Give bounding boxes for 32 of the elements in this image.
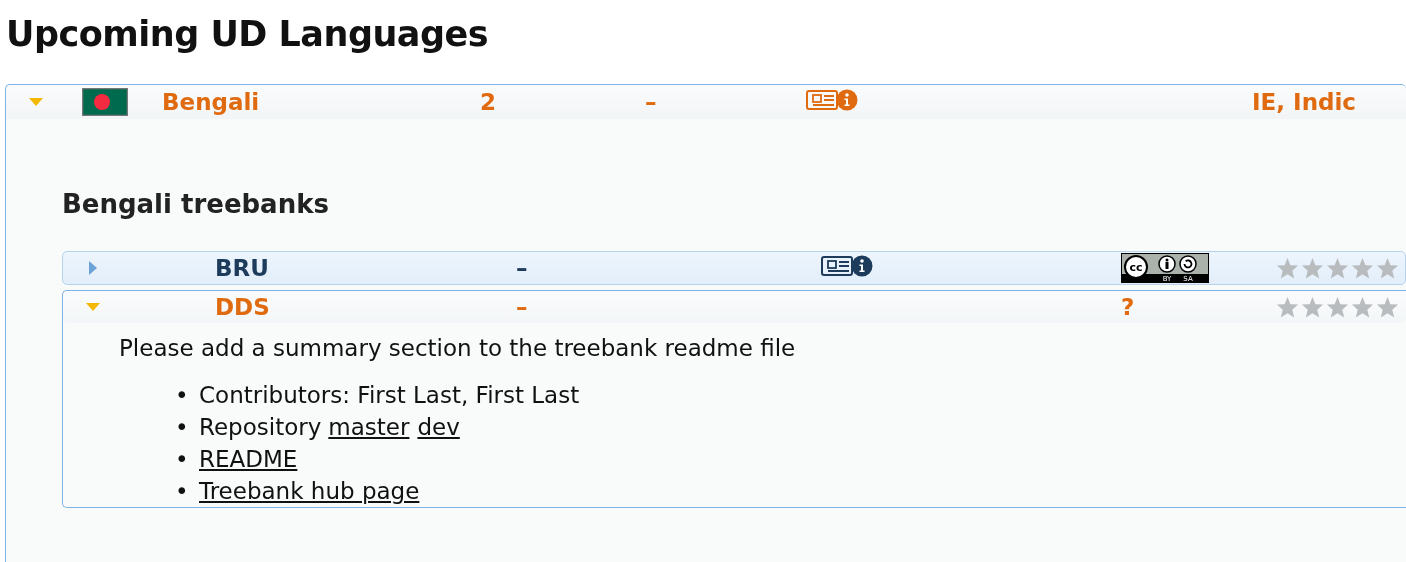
bullet: • bbox=[175, 413, 190, 442]
detail-text: Contributors: First Last, First Last bbox=[199, 381, 580, 410]
language-size: – bbox=[645, 89, 658, 115]
license-unknown: ? bbox=[1121, 294, 1135, 320]
star-icon bbox=[1276, 257, 1299, 279]
bullet: • bbox=[175, 477, 190, 506]
link[interactable]: master bbox=[328, 411, 410, 443]
star-icon bbox=[1301, 296, 1324, 318]
document-info-icon[interactable] bbox=[821, 254, 873, 278]
star-icon bbox=[1276, 296, 1299, 318]
link[interactable]: Treebank hub page bbox=[199, 475, 420, 507]
star-icon bbox=[1376, 257, 1399, 279]
treebank-size: – bbox=[516, 294, 529, 320]
bullet: • bbox=[175, 381, 190, 410]
star-icon bbox=[1351, 257, 1374, 279]
language-family: IE, Indic bbox=[1252, 89, 1356, 115]
treebank-name[interactable]: BRU bbox=[215, 255, 516, 281]
page-title: Upcoming UD Languages bbox=[5, 13, 490, 56]
star-icon bbox=[1326, 296, 1349, 318]
star-icon bbox=[1351, 296, 1374, 318]
detail-text: Repository bbox=[199, 413, 322, 442]
flag-icon bbox=[82, 88, 128, 116]
star-icon bbox=[1376, 296, 1399, 318]
star-icon bbox=[1301, 257, 1324, 279]
section-heading: Bengali treebanks bbox=[62, 189, 330, 219]
bullet: • bbox=[175, 445, 190, 474]
treebank-size: – bbox=[516, 255, 529, 281]
treebank-count: 2 bbox=[480, 89, 497, 115]
star-icon bbox=[1326, 257, 1349, 279]
link[interactable]: README bbox=[199, 443, 298, 475]
link[interactable]: dev bbox=[417, 411, 460, 443]
summary-text: Please add a summary section to the treebank readme file bbox=[119, 335, 797, 361]
